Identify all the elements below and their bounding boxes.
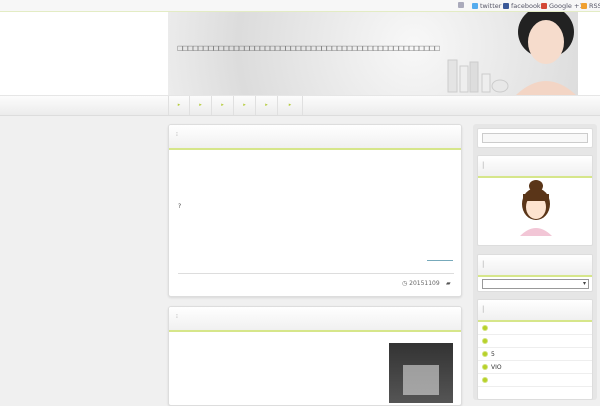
bullet-icon — [482, 325, 488, 331]
twitter-icon — [472, 3, 478, 9]
list-item[interactable] — [478, 374, 592, 387]
facebook-link[interactable]: facebook — [503, 2, 541, 10]
post-title[interactable]: ⁝ — [169, 125, 461, 150]
list-item[interactable]: 5 — [478, 348, 592, 361]
post-card: ⁝ — [168, 306, 462, 406]
archive-widget: | ▾ — [477, 254, 593, 292]
bullet-icon — [482, 377, 488, 383]
nav-item[interactable]: ▸ — [212, 96, 234, 115]
nav-item[interactable]: ▸ — [256, 96, 278, 115]
site-tagline: □□□□□□□□□□□□□□□□□□□□□□□□□□□□□□□□□□□□□□□□… — [177, 44, 440, 52]
rss-icon — [581, 3, 587, 9]
model-photo — [447, 12, 576, 95]
facebook-icon — [503, 3, 509, 9]
google-plus-icon — [541, 3, 547, 9]
post-thumbnail[interactable] — [389, 343, 453, 403]
list-item[interactable]: VIO — [478, 361, 592, 374]
rss-link[interactable]: RSS — [581, 2, 600, 10]
bullet-icon — [482, 364, 488, 370]
widget-title: | — [478, 255, 592, 277]
list-item[interactable] — [478, 335, 592, 348]
post-title[interactable]: ⁝ — [169, 307, 461, 332]
post-excerpt: ? — [178, 203, 182, 210]
category-widget: | 5 VIO — [477, 299, 593, 400]
search-input[interactable] — [482, 133, 588, 143]
bullet-icon — [482, 351, 488, 357]
header-banner[interactable] — [168, 12, 578, 95]
nav-item[interactable]: ▸ — [278, 96, 303, 115]
read-more-link[interactable] — [427, 260, 453, 261]
archive-select[interactable]: ▾ — [482, 279, 589, 289]
home-link[interactable] — [458, 2, 464, 8]
home-icon — [458, 2, 464, 8]
twitter-link[interactable]: twitter — [472, 2, 501, 10]
google-plus-link[interactable]: Google +1 — [541, 2, 584, 10]
divider — [178, 273, 454, 274]
nav-item[interactable]: ▸ — [190, 96, 212, 115]
search-widget — [477, 128, 593, 148]
widget-title: | — [478, 156, 592, 178]
post-date: ◷ 20151109 — [402, 280, 440, 287]
nav-item[interactable]: ▸ — [168, 96, 190, 115]
profile-avatar — [520, 180, 552, 236]
list-item[interactable] — [478, 322, 592, 335]
post-card: ⁝ ? ◷ 20151109 ▰ — [168, 124, 462, 297]
bullet-icon — [482, 338, 488, 344]
widget-title: | — [478, 300, 592, 322]
folder-icon[interactable]: ▰ — [446, 280, 451, 287]
profile-widget: | — [477, 155, 593, 246]
nav-item[interactable]: ▸ — [234, 96, 256, 115]
